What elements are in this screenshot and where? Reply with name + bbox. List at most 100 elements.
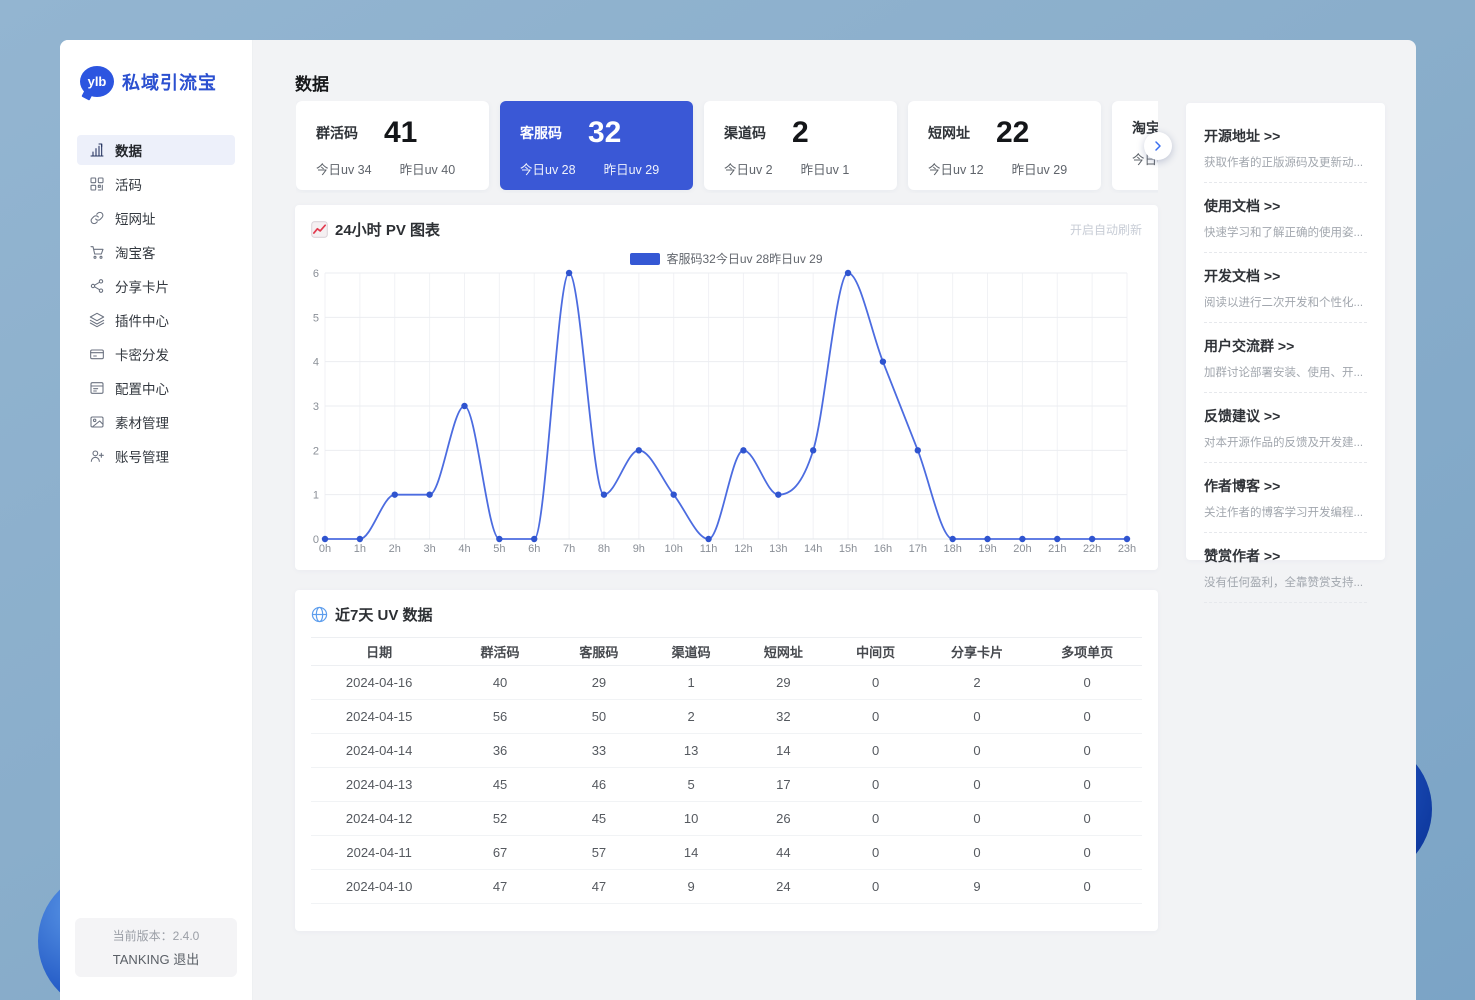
table-cell: 0 (1032, 734, 1142, 768)
chevron-right-icon (1152, 140, 1164, 152)
stat-card-yesterday-uv: 昨日uv 29 (604, 159, 660, 178)
brand-logo-icon: ylb (80, 66, 114, 97)
table-cell: 0 (1032, 870, 1142, 904)
sidebar-item-icon (89, 448, 105, 464)
svg-text:18h: 18h (943, 543, 961, 555)
sidebar-menu: 数据 活码 短网址 淘宝客 分享卡片 插件中心 卡密分发 配置中心 素材管理 账… (60, 135, 252, 471)
chart-legend[interactable]: 客服码32今日uv 28昨日uv 29 (295, 250, 1158, 267)
table-cell: 9 (645, 870, 737, 904)
sidebar-item-qr-code[interactable]: 活码 (77, 169, 235, 199)
uv-column-header: 客服码 (553, 638, 645, 666)
table-cell: 0 (1032, 666, 1142, 700)
sidebar-item-layers[interactable]: 插件中心 (77, 305, 235, 335)
sidebar-item-icon (89, 210, 105, 226)
sidebar-item-icon (89, 142, 105, 158)
svg-text:4: 4 (313, 357, 319, 369)
sidebar-item-link[interactable]: 短网址 (77, 203, 235, 233)
help-link-item[interactable]: 用户交流群 >> 加群讨论部署安装、使用、开... (1204, 323, 1367, 393)
sidebar-item-wallet[interactable]: 卡密分发 (77, 339, 235, 369)
stat-card-yesterday-uv: 昨日uv 40 (400, 159, 456, 178)
sidebar-item-image[interactable]: 素材管理 (77, 407, 235, 437)
table-cell: 2024-04-10 (311, 870, 447, 904)
table-cell: 2024-04-13 (311, 768, 447, 802)
svg-text:16h: 16h (874, 543, 892, 555)
stat-card-label: 短网址 (928, 123, 970, 143)
pv-chart-title-row: 24小时 PV 图表 (311, 219, 440, 240)
help-links-panel: 开源地址 >> 获取作者的正版源码及更新动... 使用文档 >> 快速学习和了解… (1186, 103, 1385, 560)
table-cell: 47 (553, 870, 645, 904)
table-row: 2024-04-155650232000 (311, 700, 1142, 734)
help-link-item[interactable]: 反馈建议 >> 对本开源作品的反馈及开发建... (1204, 393, 1367, 463)
sidebar-item-user-plus[interactable]: 账号管理 (77, 441, 235, 471)
user-plus-icon (89, 448, 105, 464)
table-cell: 0 (830, 870, 922, 904)
auto-refresh-toggle[interactable]: 开启自动刷新 (1070, 221, 1142, 238)
page-title: 数据 (295, 70, 329, 95)
svg-text:3: 3 (313, 401, 319, 413)
svg-text:11h: 11h (700, 543, 718, 555)
globe-icon (311, 606, 328, 623)
carousel-next-button[interactable] (1144, 132, 1172, 160)
sidebar-item-icon (89, 346, 105, 362)
stat-card[interactable]: 客服码 32 今日uv 28 昨日uv 29 (500, 101, 693, 190)
table-cell: 50 (553, 700, 645, 734)
help-link-item[interactable]: 开发文档 >> 阅读以进行二次开发和个性化... (1204, 253, 1367, 323)
table-row: 2024-04-134546517000 (311, 768, 1142, 802)
table-row: 2024-04-1436331314000 (311, 734, 1142, 768)
sidebar-item-label: 插件中心 (115, 310, 169, 330)
help-link-item[interactable]: 赞赏作者 >> 没有任何盈利，全靠赞赏支持... (1204, 533, 1367, 603)
table-cell: 14 (645, 836, 737, 870)
uv-table-title-row: 近7天 UV 数据 (311, 604, 433, 625)
link-icon (89, 210, 105, 226)
table-cell: 0 (922, 836, 1033, 870)
stat-card-today-uv: 今日uv 12 (928, 159, 984, 178)
svg-text:6: 6 (313, 269, 319, 280)
svg-text:22h: 22h (1083, 543, 1101, 555)
table-cell: 2 (645, 700, 737, 734)
table-cell: 2024-04-15 (311, 700, 447, 734)
help-link-item[interactable]: 使用文档 >> 快速学习和了解正确的使用姿... (1204, 183, 1367, 253)
table-cell: 0 (1032, 836, 1142, 870)
table-cell: 67 (447, 836, 553, 870)
help-link-title: 开发文档 >> (1204, 266, 1367, 286)
help-link-desc: 获取作者的正版源码及更新动... (1204, 154, 1367, 170)
svg-text:21h: 21h (1048, 543, 1066, 555)
sidebar-item-label: 淘宝客 (115, 242, 156, 262)
svg-text:17h: 17h (909, 543, 927, 555)
sidebar-item-label: 素材管理 (115, 412, 169, 432)
uv-column-header: 短网址 (737, 638, 829, 666)
table-cell: 0 (922, 802, 1033, 836)
sidebar-item-share[interactable]: 分享卡片 (77, 271, 235, 301)
help-link-title: 作者博客 >> (1204, 476, 1367, 496)
sidebar-item-config[interactable]: 配置中心 (77, 373, 235, 403)
svg-text:1h: 1h (354, 543, 366, 555)
svg-text:5: 5 (313, 312, 319, 324)
logout-link[interactable]: TANKING 退出 (81, 949, 231, 968)
svg-text:23h: 23h (1118, 543, 1136, 555)
svg-text:19h: 19h (978, 543, 996, 555)
sidebar-item-bar-chart[interactable]: 数据 (77, 135, 235, 165)
help-link-title: 用户交流群 >> (1204, 336, 1367, 356)
stat-card[interactable]: 渠道码 2 今日uv 2 昨日uv 1 (704, 101, 897, 190)
table-cell: 47 (447, 870, 553, 904)
table-row: 2024-04-1167571444000 (311, 836, 1142, 870)
stat-card-yesterday-uv: 昨日uv 29 (1012, 159, 1068, 178)
table-cell: 9 (922, 870, 1033, 904)
table-cell: 26 (737, 802, 829, 836)
table-cell: 0 (922, 734, 1033, 768)
help-link-item[interactable]: 开源地址 >> 获取作者的正版源码及更新动... (1204, 113, 1367, 183)
table-cell: 0 (830, 734, 922, 768)
legend-swatch (630, 253, 660, 265)
table-cell: 29 (553, 666, 645, 700)
stat-card[interactable]: 群活码 41 今日uv 34 昨日uv 40 (296, 101, 489, 190)
help-link-title: 赞赏作者 >> (1204, 546, 1367, 566)
legend-label: 客服码32今日uv 28昨日uv 29 (666, 250, 822, 267)
uv-table-title: 近7天 UV 数据 (335, 604, 433, 625)
sidebar-item-cart[interactable]: 淘宝客 (77, 237, 235, 267)
stat-cards-row: 群活码 41 今日uv 34 昨日uv 40 客服码 32 今日uv 28 昨日… (296, 101, 1158, 193)
sidebar-item-label: 分享卡片 (115, 276, 169, 296)
sidebar-item-label: 短网址 (115, 208, 156, 228)
table-row: 2024-04-1252451026000 (311, 802, 1142, 836)
stat-card[interactable]: 短网址 22 今日uv 12 昨日uv 29 (908, 101, 1101, 190)
help-link-item[interactable]: 作者博客 >> 关注作者的博客学习开发编程... (1204, 463, 1367, 533)
